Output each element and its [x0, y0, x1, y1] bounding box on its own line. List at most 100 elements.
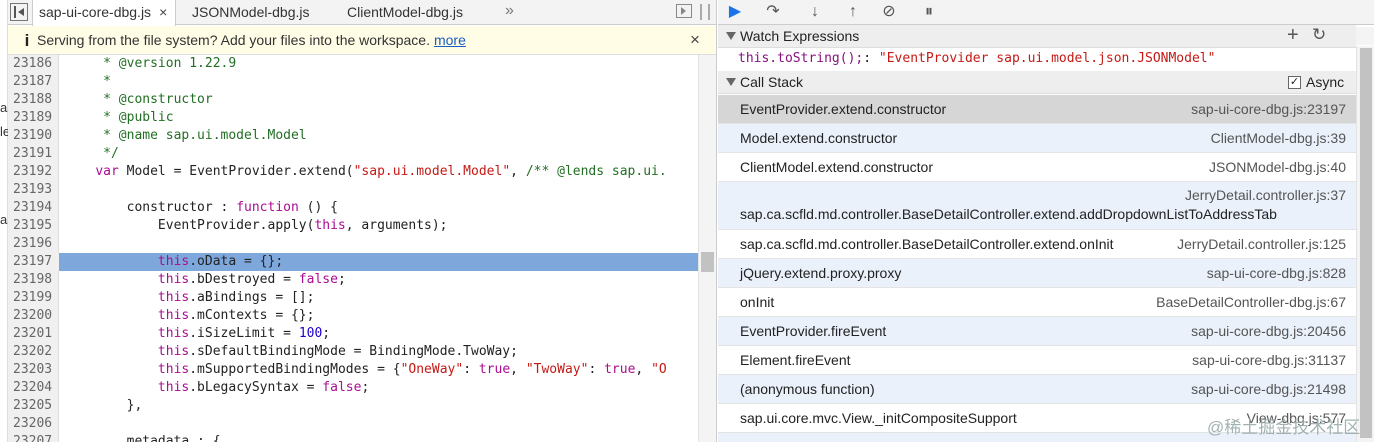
deactivate-breakpoints-icon[interactable]: ⊘	[878, 2, 900, 22]
scroll-up-area[interactable]	[1356, 27, 1374, 45]
line-number[interactable]: 23196	[8, 235, 59, 253]
frame-function-name: EventProvider.extend.constructor	[740, 101, 947, 117]
line-number[interactable]: 23206	[8, 415, 59, 433]
line-number[interactable]: 23201	[8, 325, 59, 343]
frame-location-link[interactable]: sap-ui-core-dbg.js:20456	[1191, 323, 1346, 339]
expand-triangle-icon	[726, 32, 736, 40]
line-number[interactable]: 23198	[8, 271, 59, 289]
call-frame[interactable]: EventProvider.extend.constructor sap-ui-c…	[718, 95, 1356, 124]
line-number[interactable]: 23202	[8, 343, 59, 361]
code-line[interactable]: 23189 * @public	[8, 109, 716, 127]
panel-divider-icon[interactable]	[700, 4, 710, 20]
infobar-more-link[interactable]: more	[434, 32, 466, 48]
call-frame[interactable]: sap.ca.scfld.md.controller.BaseDetailCon…	[718, 182, 1356, 230]
code-scrollbar[interactable]	[698, 55, 716, 442]
code-line[interactable]: 23199 this.aBindings = [];	[8, 289, 716, 307]
info-icon: i	[24, 31, 30, 50]
code-line[interactable]: 23197 this.oData = {};	[8, 253, 716, 271]
code-line[interactable]: 23201 this.iSizeLimit = 100;	[8, 325, 716, 343]
async-checkbox[interactable]: ✓	[1288, 76, 1301, 89]
code-text: this.iSizeLimit = 100;	[157, 326, 331, 341]
code-text: var Model = EventProvider.extend("sap.ui…	[95, 164, 667, 179]
code-line[interactable]: 23195 EventProvider.apply(this, argument…	[8, 217, 716, 235]
call-frame[interactable]: jQuery.extend.proxy.proxy sap-ui-core-dbg…	[718, 259, 1356, 288]
code-line[interactable]: 23192 var Model = EventProvider.extend("…	[8, 163, 716, 181]
line-number[interactable]: 23191	[8, 145, 59, 163]
line-number[interactable]: 23194	[8, 199, 59, 217]
line-number[interactable]: 23186	[8, 55, 59, 73]
debugger-toggle-icon[interactable]	[676, 4, 692, 18]
line-number[interactable]: 23189	[8, 109, 59, 127]
line-number[interactable]: 23199	[8, 289, 59, 307]
code-line[interactable]: 23207 metadata : {	[8, 433, 716, 442]
call-frame[interactable]: EventProvider.fireEvent sap-ui-core-dbg.j…	[718, 317, 1356, 346]
code-line[interactable]: 23202 this.sDefaultBindingMode = Binding…	[8, 343, 716, 361]
line-number[interactable]: 23193	[8, 181, 59, 199]
line-number[interactable]: 23207	[8, 433, 59, 442]
call-frame[interactable]: Element.fireEvent sap-ui-core-dbg.js:3113…	[718, 346, 1356, 375]
line-number[interactable]: 23190	[8, 127, 59, 145]
pause-on-exceptions-icon[interactable]: ⏸	[918, 2, 940, 22]
call-stack-header[interactable]: Call Stack ✓ Async	[718, 71, 1356, 94]
call-frame[interactable]: Model.extend.constructor ClientModel-dbg.…	[718, 124, 1356, 153]
frame-location-link[interactable]: sap-ui-core-dbg.js:23197	[1191, 101, 1346, 117]
left-panel-fragment: a	[0, 212, 8, 227]
code-line[interactable]: 23206	[8, 415, 716, 433]
line-number[interactable]: 23188	[8, 91, 59, 109]
line-number[interactable]: 23187	[8, 73, 59, 91]
refresh-icon[interactable]: ↻	[1312, 25, 1326, 45]
add-icon[interactable]: +	[1287, 24, 1299, 47]
call-frame[interactable]: onInit BaseDetailController-dbg.js:67	[718, 288, 1356, 317]
line-number[interactable]: 23197	[8, 253, 59, 271]
code-line[interactable]: 23205 },	[8, 397, 716, 415]
frame-location-link[interactable]: ClientModel-dbg.js:39	[1211, 130, 1346, 146]
sidebar-scrollbar[interactable]	[1356, 46, 1374, 442]
watch-expression-row[interactable]: this.toString();: "EventProvider sap.ui.…	[718, 47, 1356, 70]
navigator-toggle-icon[interactable]	[10, 3, 28, 21]
code-line[interactable]: 23188 * @constructor	[8, 91, 716, 109]
code-line[interactable]: 23194 constructor : function () {	[8, 199, 716, 217]
close-icon[interactable]: ×	[159, 4, 167, 20]
tab-clientmodel[interactable]: ClientModel-dbg.js	[347, 0, 463, 25]
code-text: this.oData = {};	[157, 254, 284, 269]
code-area[interactable]: 23186 * @version 1.22.9 23187 * 23188 * @c…	[8, 55, 716, 442]
code-line[interactable]: 23196	[8, 235, 716, 253]
call-frame[interactable]: sap.ca.scfld.md.controller.BaseDetailCon…	[718, 230, 1356, 259]
line-number[interactable]: 23204	[8, 379, 59, 397]
scrollbar-thumb[interactable]	[701, 252, 714, 272]
frame-location-link[interactable]: BaseDetailController-dbg.js:67	[1156, 294, 1346, 310]
frame-location-link[interactable]: JerryDetail.controller.js:37	[1185, 187, 1346, 203]
line-number[interactable]: 23203	[8, 361, 59, 379]
code-line[interactable]: 23200 this.mContexts = {};	[8, 307, 716, 325]
frame-location-link[interactable]: JSONModel-dbg.js:40	[1209, 159, 1346, 175]
code-line[interactable]: 23190 * @name sap.ui.model.Model	[8, 127, 716, 145]
step-out-icon[interactable]: ↑	[842, 2, 864, 22]
frame-location-link[interactable]: JerryDetail.controller.js:125	[1177, 236, 1346, 252]
code-line[interactable]: 23187 *	[8, 73, 716, 91]
line-number[interactable]: 23195	[8, 217, 59, 235]
line-number[interactable]: 23205	[8, 397, 59, 415]
code-line[interactable]: 23198 this.bDestroyed = false;	[8, 271, 716, 289]
call-frame[interactable]: (anonymous function) sap-ui-core-dbg.js:2…	[718, 375, 1356, 404]
tab-sap-ui-core[interactable]: sap-ui-core-dbg.js ×	[32, 0, 177, 26]
editor-tab-bar: sap-ui-core-dbg.js × JSONModel-dbg.js Cli…	[8, 0, 716, 26]
line-number[interactable]: 23200	[8, 307, 59, 325]
call-frame[interactable]: ClientModel.extend.constructor JSONModel-…	[718, 153, 1356, 182]
step-into-icon[interactable]: ↓	[804, 2, 826, 22]
scrollbar-thumb[interactable]	[1360, 48, 1372, 438]
more-tabs-icon[interactable]: »	[505, 0, 514, 22]
resume-icon[interactable]: ▶	[724, 2, 746, 22]
line-number[interactable]: 23192	[8, 163, 59, 181]
code-line[interactable]: 23191 */	[8, 145, 716, 163]
frame-location-link[interactable]: sap-ui-core-dbg.js:21498	[1191, 381, 1346, 397]
watch-expressions-header[interactable]: Watch Expressions + ↻	[718, 24, 1356, 48]
code-line[interactable]: 23204 this.bLegacySyntax = false;	[8, 379, 716, 397]
frame-location-link[interactable]: sap-ui-core-dbg.js:828	[1207, 265, 1346, 281]
code-line[interactable]: 23193	[8, 181, 716, 199]
step-over-icon[interactable]: ↷	[762, 2, 784, 22]
frame-location-link[interactable]: sap-ui-core-dbg.js:31137	[1192, 352, 1346, 368]
tab-jsonmodel[interactable]: JSONModel-dbg.js	[192, 0, 310, 25]
code-line[interactable]: 23186 * @version 1.22.9	[8, 55, 716, 73]
close-icon[interactable]: ×	[690, 30, 700, 50]
code-line[interactable]: 23203 this.mSupportedBindingModes = {"On…	[8, 361, 716, 379]
